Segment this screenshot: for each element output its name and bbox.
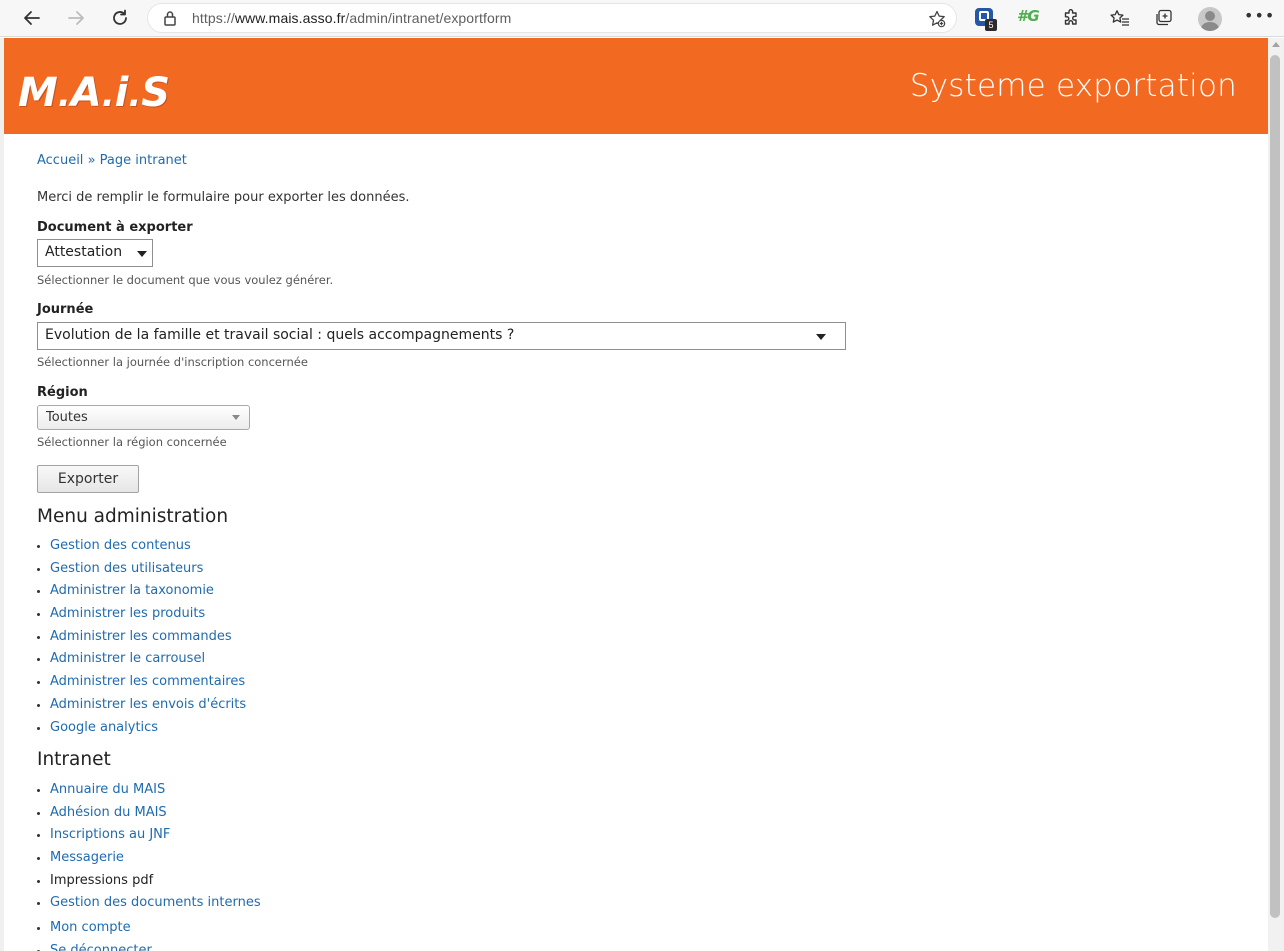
logo-letter-s: S [141, 70, 171, 116]
logo-letter-i: i [114, 70, 129, 116]
admin-menu-title: Menu administration [37, 506, 229, 527]
journee-help: Sélectionner la journée d'inscription co… [37, 355, 308, 369]
list-item: Administrer le carrousel [50, 651, 246, 674]
intranet-list: Annuaire du MAIS Adhésion du MAIS Inscri… [37, 782, 261, 918]
form-intro: Merci de remplir le formulaire pour expo… [37, 190, 410, 205]
admin-menu-link[interactable]: Google analytics [50, 720, 158, 735]
more-options-icon[interactable]: ••• [1244, 6, 1275, 25]
region-select-value: Toutes [46, 410, 88, 425]
favorite-add-icon[interactable] [928, 10, 946, 32]
logo-letter-m: M [18, 70, 58, 116]
admin-menu-link[interactable]: Administrer les produits [50, 606, 205, 621]
intranet-link[interactable]: Messagerie [50, 850, 124, 865]
account-list: Mon compte Se déconnecter [37, 920, 152, 951]
intranet-link[interactable]: Annuaire du MAIS [50, 782, 165, 797]
admin-menu-link[interactable]: Gestion des utilisateurs [50, 561, 203, 576]
document-label: Document à exporter [37, 220, 193, 235]
extension-badge-count: 5 [985, 19, 997, 31]
list-item: Adhésion du MAIS [50, 805, 261, 828]
lock-icon[interactable] [163, 10, 177, 30]
breadcrumb-intranet-link[interactable]: Page intranet [100, 153, 187, 168]
web-page: M.A.i.S Systeme exportation Accueil » Pa… [4, 38, 1268, 951]
url-host: www.mais.asso.fr [234, 10, 346, 26]
chevron-down-icon [232, 415, 240, 420]
arrow-right-icon [66, 8, 86, 28]
back-button[interactable] [18, 5, 46, 31]
grammar-extension-icon[interactable]: #G [1017, 7, 1040, 25]
logo-dot: . [128, 75, 142, 115]
profile-avatar[interactable] [1198, 7, 1222, 31]
list-item: Administrer les produits [50, 606, 246, 629]
region-label: Région [37, 385, 88, 400]
url-path: /admin/intranet/exportform [345, 10, 512, 26]
admin-menu-link[interactable]: Administrer les envois d'écrits [50, 697, 246, 712]
admin-menu-link[interactable]: Administrer la taxonomie [50, 583, 214, 598]
list-item: Administrer les commandes [50, 629, 246, 652]
mais-logo[interactable]: M.A.i.S [18, 72, 170, 116]
document-help: Sélectionner le document que vous voulez… [37, 273, 334, 287]
site-banner: M.A.i.S Systeme exportation [4, 38, 1268, 134]
address-bar[interactable]: https://www.mais.asso.fr/admin/intranet/… [147, 3, 957, 33]
list-item: Administrer les envois d'écrits [50, 697, 246, 720]
list-item: Annuaire du MAIS [50, 782, 261, 805]
forward-button[interactable] [62, 5, 90, 31]
reload-icon [110, 8, 130, 28]
intranet-text-item: Impressions pdf [50, 872, 154, 888]
document-select[interactable]: Attestation [37, 239, 153, 267]
export-button[interactable]: Exporter [37, 465, 139, 493]
url-prefix: https:// [192, 10, 235, 26]
password-manager-extension-icon[interactable]: 5 [975, 8, 997, 31]
intranet-link[interactable]: Inscriptions au JNF [50, 827, 170, 842]
intranet-link[interactable]: Gestion des documents internes [50, 895, 261, 910]
browser-toolbar: https://www.mais.asso.fr/admin/intranet/… [0, 0, 1284, 37]
breadcrumb-home-link[interactable]: Accueil [37, 153, 83, 168]
favorites-icon[interactable] [1109, 7, 1131, 29]
document-select-value: Attestation [45, 244, 123, 260]
extensions-puzzle-icon[interactable] [1060, 7, 1082, 29]
list-item: Messagerie [50, 850, 261, 873]
intranet-link[interactable]: Adhésion du MAIS [50, 805, 167, 820]
region-help: Sélectionner la région concernée [37, 435, 227, 449]
journee-select[interactable]: Evolution de la famille et travail socia… [37, 322, 846, 350]
list-item: Impressions pdf [50, 873, 261, 896]
admin-menu-link[interactable]: Administrer les commandes [50, 629, 232, 644]
list-item: Inscriptions au JNF [50, 827, 261, 850]
account-link[interactable]: Se déconnecter [50, 943, 152, 951]
logo-letter-a: A [70, 70, 102, 116]
admin-menu-link[interactable]: Administrer les commentaires [50, 674, 245, 689]
journee-select-value: Evolution de la famille et travail socia… [45, 327, 515, 343]
list-item: Administrer les commentaires [50, 674, 246, 697]
region-select[interactable]: Toutes [37, 405, 250, 430]
list-item: Mon compte [50, 920, 152, 943]
url-text[interactable]: https://www.mais.asso.fr/admin/intranet/… [192, 10, 511, 26]
list-item: Se déconnecter [50, 943, 152, 951]
account-link[interactable]: Mon compte [50, 920, 131, 935]
admin-menu-link[interactable]: Gestion des contenus [50, 538, 191, 553]
logo-dot: . [57, 75, 71, 115]
list-item: Administrer la taxonomie [50, 583, 246, 606]
chevron-down-icon [816, 334, 826, 340]
chevron-down-icon [137, 251, 147, 257]
page-title: Systeme exportation [909, 68, 1237, 104]
list-item: Google analytics [50, 720, 246, 743]
page-scrollbar[interactable] [1268, 38, 1284, 951]
scroll-thumb[interactable] [1270, 55, 1280, 918]
breadcrumb-separator: » [87, 153, 96, 168]
reload-button[interactable] [106, 5, 134, 31]
breadcrumb: Accueil » Page intranet [37, 153, 187, 168]
journee-label: Journée [37, 302, 94, 317]
admin-menu-list: Gestion des contenus Gestion des utilisa… [37, 538, 246, 742]
admin-menu-link[interactable]: Administrer le carrousel [50, 651, 205, 666]
logo-dot: . [101, 75, 115, 115]
collections-icon[interactable] [1153, 7, 1175, 29]
list-item: Gestion des documents internes [50, 895, 261, 918]
list-item: Gestion des utilisateurs [50, 561, 246, 584]
intranet-title: Intranet [37, 749, 111, 770]
arrow-left-icon [22, 8, 42, 28]
list-item: Gestion des contenus [50, 538, 246, 561]
scroll-up-arrow-icon[interactable] [1272, 42, 1280, 47]
